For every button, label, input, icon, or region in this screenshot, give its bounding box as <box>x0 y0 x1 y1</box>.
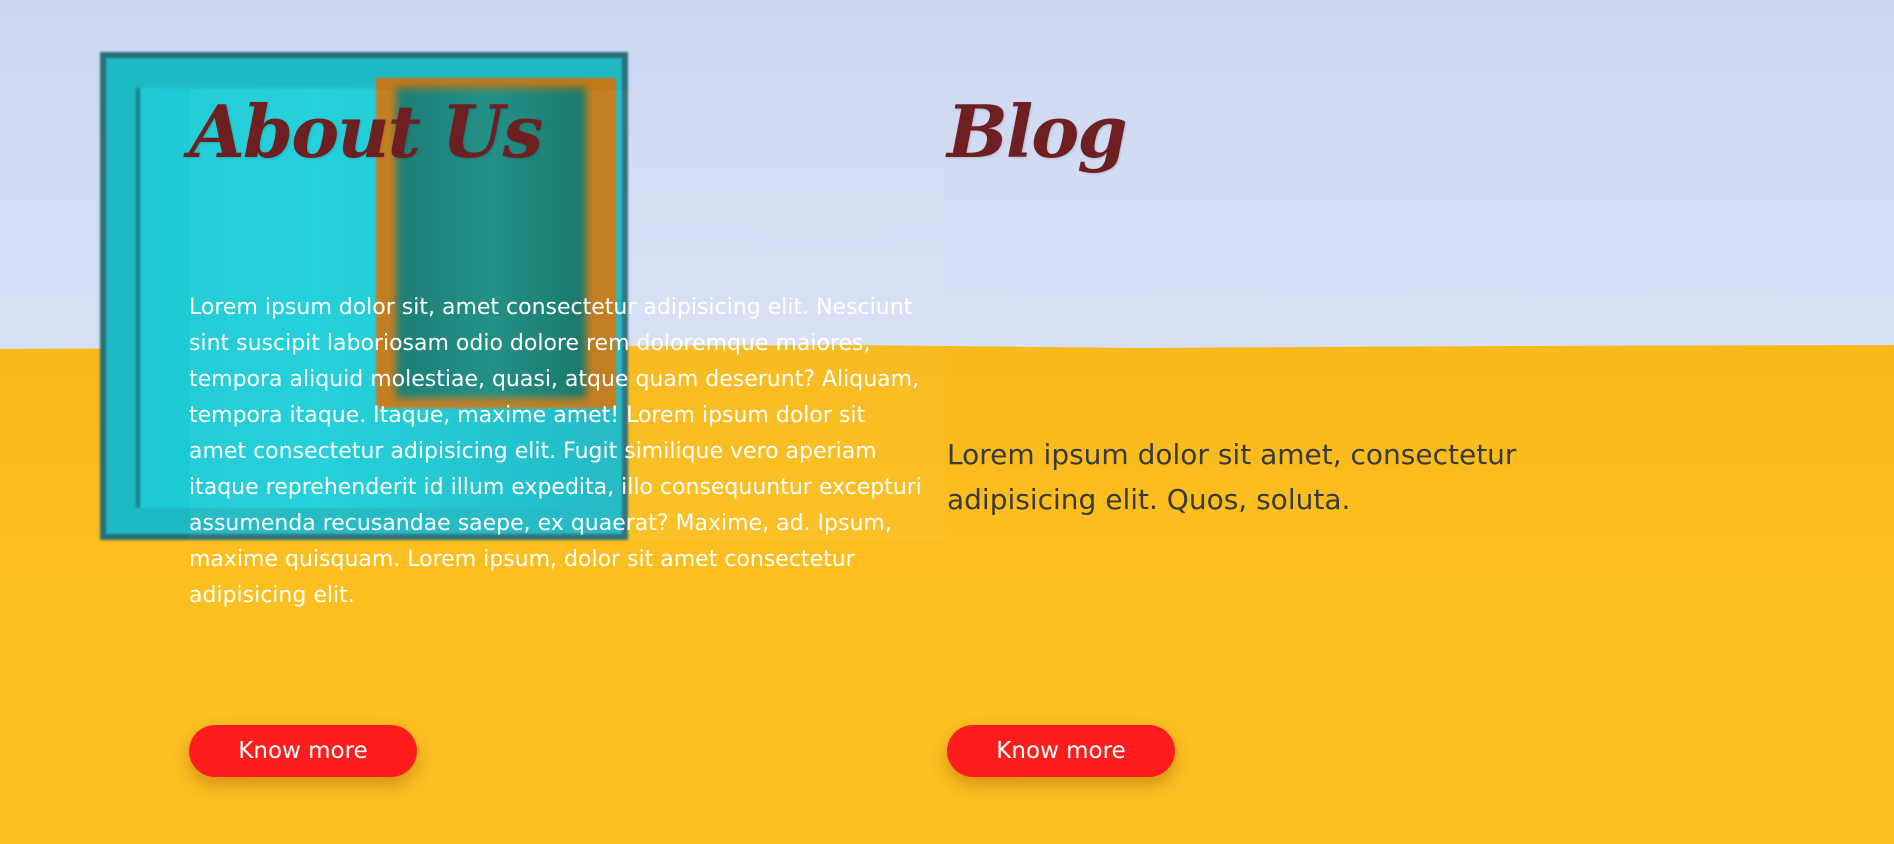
blog-heading: Blog <box>947 89 1128 174</box>
blog-text: Lorem ipsum dolor sit amet, consectetur … <box>947 438 1517 516</box>
about-text: Lorem ipsum dolor sit, amet consectetur … <box>189 295 922 608</box>
about-heading: About Us <box>189 89 543 174</box>
blog-know-more-button[interactable]: Know more <box>947 725 1175 777</box>
about-know-more-button[interactable]: Know more <box>189 725 417 777</box>
page: About Us Lorem ipsum dolor sit, amet con… <box>0 0 1894 844</box>
